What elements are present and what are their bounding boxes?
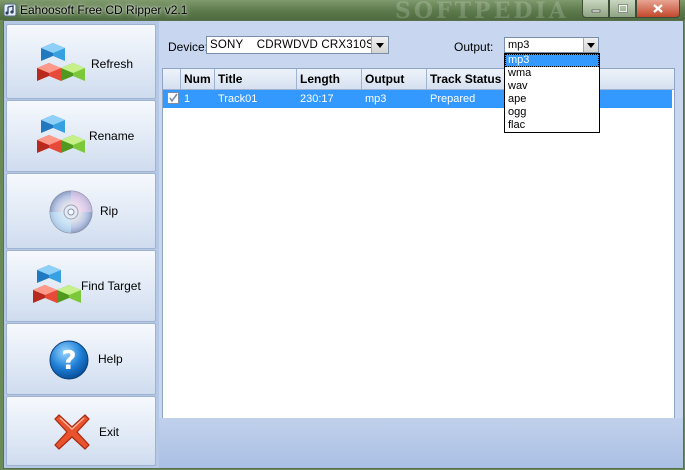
exit-label: Exit	[99, 425, 120, 439]
cd-disc-icon	[49, 190, 93, 234]
output-option-ogg[interactable]: ogg	[505, 106, 599, 119]
find-target-button[interactable]: Find Target	[6, 250, 156, 322]
output-option-flac[interactable]: flac	[505, 119, 599, 132]
sidebar: Refresh Rename Rip Find Target ? Help Ex…	[4, 21, 158, 468]
output-label: Output:	[454, 40, 494, 54]
chevron-down-icon	[587, 42, 595, 48]
close-button[interactable]	[636, 0, 680, 18]
find-target-label: Find Target	[81, 279, 141, 293]
output-dropdown-button[interactable]	[583, 38, 598, 52]
device-value: SONY CDRWDVD CRX310S	[210, 39, 374, 51]
refresh-label: Refresh	[91, 57, 134, 71]
cell-output: mp3	[365, 93, 387, 105]
output-option-wma[interactable]: wma	[505, 67, 599, 80]
cell-title: Track01	[218, 93, 258, 105]
column-header-num[interactable]: Num	[181, 69, 215, 89]
output-dropdown-list: mp3 wma wav ape ogg flac	[504, 53, 600, 133]
column-header-title[interactable]: Title	[215, 69, 297, 89]
output-option-mp3[interactable]: mp3	[505, 54, 599, 67]
rename-button[interactable]: Rename	[6, 100, 156, 172]
rename-label: Rename	[89, 129, 135, 143]
rip-label: Rip	[100, 204, 119, 218]
checkmark-icon	[169, 93, 178, 103]
output-select[interactable]: mp3	[504, 37, 599, 53]
device-select[interactable]: SONY CDRWDVD CRX310S	[206, 36, 389, 54]
device-dropdown-button[interactable]	[371, 37, 388, 53]
exit-button[interactable]: Exit	[6, 396, 156, 466]
title-bar: Eahoosoft Free CD Ripper v2.1 SOFTPEDIA	[0, 0, 685, 24]
help-icon: ?	[49, 340, 89, 380]
status-footer	[159, 418, 683, 468]
minimize-icon	[591, 9, 600, 12]
help-button[interactable]: ? Help	[6, 323, 156, 395]
column-header-length[interactable]: Length	[297, 69, 362, 89]
help-label: Help	[98, 352, 123, 366]
app-window: Refresh Rename Rip Find Target ? Help Ex…	[3, 20, 684, 469]
exit-x-icon	[54, 414, 90, 450]
cell-num: 1	[184, 93, 191, 105]
app-icon	[3, 3, 17, 17]
cubes-icon	[33, 265, 81, 303]
track-checkbox[interactable]	[167, 92, 179, 104]
column-header-output[interactable]: Output	[362, 69, 427, 89]
maximize-icon	[617, 4, 628, 13]
maximize-button[interactable]	[609, 0, 636, 18]
cubes-icon	[37, 115, 85, 153]
column-header-check[interactable]	[163, 69, 181, 89]
svg-text:?: ?	[61, 346, 76, 376]
output-option-wav[interactable]: wav	[505, 80, 599, 93]
chevron-down-icon	[376, 42, 384, 48]
close-icon	[653, 4, 663, 13]
minimize-button[interactable]	[582, 0, 609, 18]
output-value: mp3	[508, 39, 530, 51]
cell-length: 230:17	[300, 93, 334, 105]
rip-button[interactable]: Rip	[6, 173, 156, 249]
device-label: Device:	[168, 40, 209, 54]
cubes-icon	[37, 43, 85, 81]
main-panel: Device: SONY CDRWDVD CRX310S Output: mp3…	[159, 21, 683, 468]
window-title: Eahoosoft Free CD Ripper v2.1	[20, 3, 188, 17]
output-option-ape[interactable]: ape	[505, 93, 599, 106]
refresh-button[interactable]: Refresh	[6, 24, 156, 99]
